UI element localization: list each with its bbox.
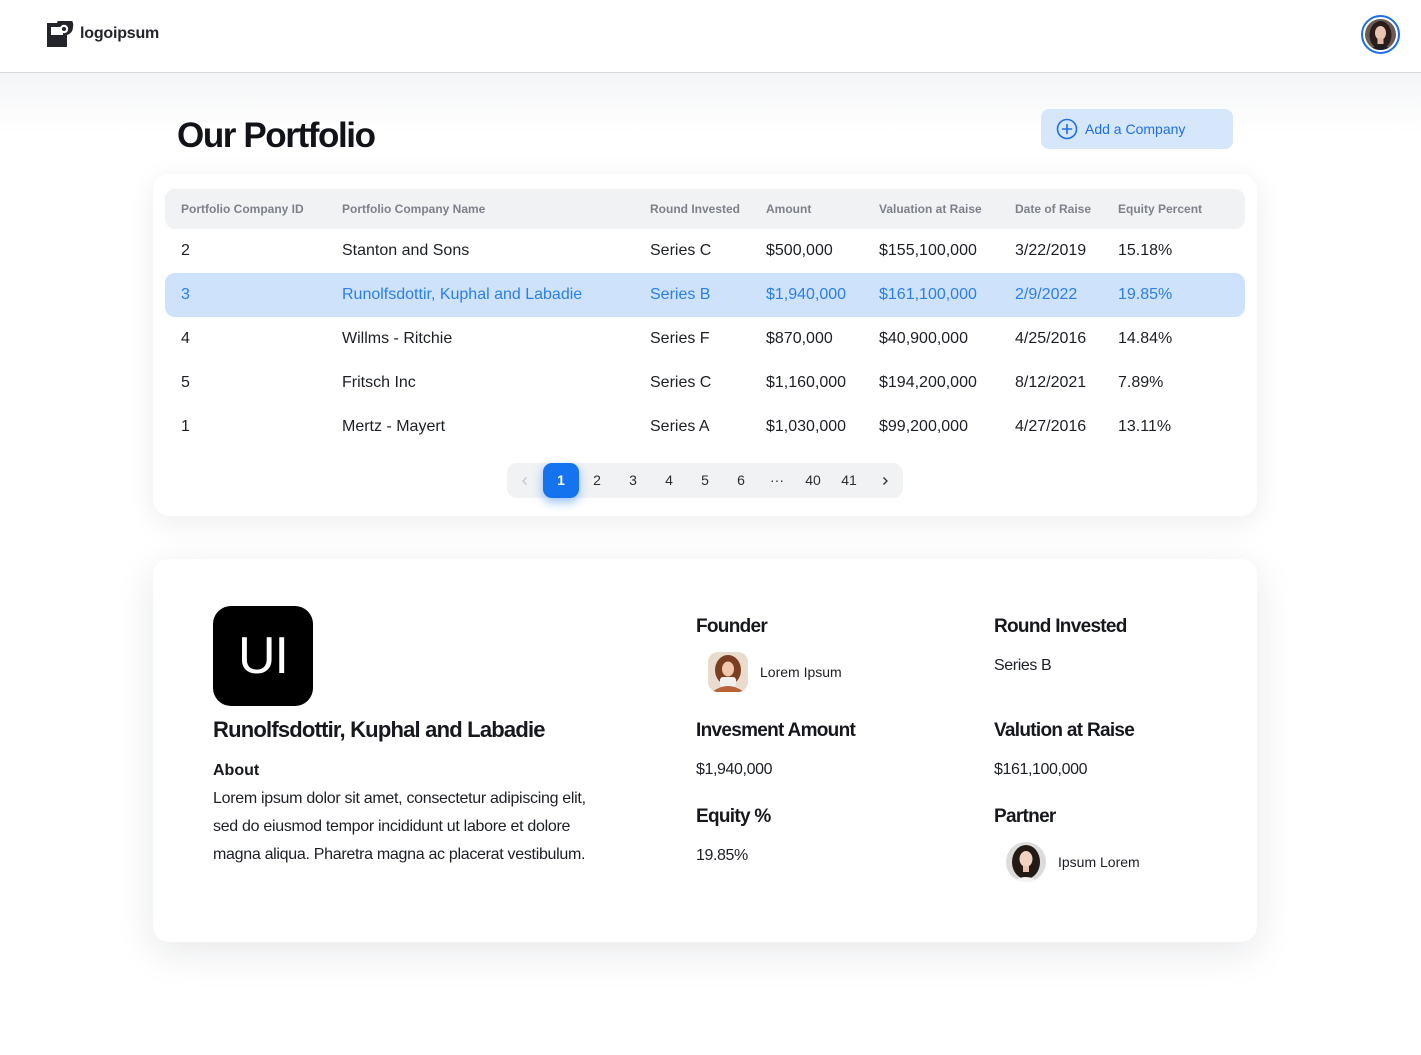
page-2[interactable]: 2	[579, 463, 615, 498]
cell-round: Series F	[650, 330, 710, 347]
pagination-next[interactable]	[867, 463, 903, 498]
pagination: 1 2 3 4 5 6 ··· 40 41	[507, 463, 903, 498]
company-logo: UI	[213, 606, 313, 706]
cell-valuation: $40,900,000	[879, 330, 968, 347]
logo-icon	[47, 21, 74, 47]
about-label: About	[213, 762, 260, 779]
column-header-round[interactable]: Round Invested	[650, 202, 740, 216]
table-row-selected[interactable]: 3 Runolfsdottir, Kuphal and Labadie Seri…	[165, 273, 1245, 317]
plus-circle-icon	[1056, 118, 1078, 140]
logo[interactable]: logoipsum	[47, 21, 159, 47]
cell-name: Fritsch Inc	[342, 374, 416, 391]
table-row[interactable]: 2 Stanton and Sons Series C $500,000 $15…	[165, 229, 1245, 273]
page-4[interactable]: 4	[651, 463, 687, 498]
page-1[interactable]: 1	[543, 463, 579, 498]
company-name: Runolfsdottir, Kuphal and Labadie	[213, 717, 546, 742]
add-company-label: Add a Company	[1085, 121, 1186, 137]
cell-amount: $1,160,000	[766, 374, 847, 391]
partner-name: Ipsum Lorem	[1058, 854, 1140, 870]
column-header-valuation[interactable]: Valuation at Raise	[879, 202, 982, 216]
column-header-id[interactable]: Portfolio Company ID	[181, 202, 304, 216]
portfolio-table-card: Portfolio Company ID Portfolio Company N…	[153, 174, 1257, 516]
cell-date: 2/9/2022	[1015, 286, 1078, 303]
cell-id: 3	[181, 286, 190, 303]
cell-valuation: $155,100,000	[879, 242, 977, 259]
founder-name: Lorem Ipsum	[760, 664, 842, 680]
column-header-amount[interactable]: Amount	[766, 202, 811, 216]
founder-avatar	[708, 652, 748, 692]
cell-valuation: $99,200,000	[879, 418, 968, 435]
investment-amount-value: $1,940,000	[696, 761, 773, 778]
page-3[interactable]: 3	[615, 463, 651, 498]
founder[interactable]: Lorem Ipsum	[708, 652, 842, 692]
cell-equity: 15.18%	[1118, 242, 1173, 259]
table-row[interactable]: 5 Fritsch Inc Series C $1,160,000 $194,2…	[165, 361, 1245, 405]
add-company-button[interactable]: Add a Company	[1041, 109, 1233, 149]
cell-equity: 19.85%	[1118, 286, 1173, 303]
cell-id: 2	[181, 242, 190, 259]
column-header-name[interactable]: Portfolio Company Name	[342, 202, 485, 216]
cell-round: Series C	[650, 374, 712, 391]
table-row[interactable]: 1 Mertz - Mayert Series A $1,030,000 $99…	[165, 405, 1245, 449]
round-invested-value: Series B	[994, 657, 1052, 674]
cell-date: 4/25/2016	[1015, 330, 1087, 347]
cell-id: 4	[181, 330, 190, 347]
cell-equity: 13.11%	[1118, 418, 1172, 435]
page-title: Our Portfolio	[177, 116, 376, 155]
equity-label: Equity %	[696, 806, 771, 827]
column-header-equity[interactable]: Equity Percent	[1118, 202, 1202, 216]
cell-round: Series A	[650, 418, 710, 435]
cell-date: 4/27/2016	[1015, 418, 1087, 435]
user-avatar[interactable]	[1361, 15, 1400, 54]
page-ellipsis[interactable]: ···	[759, 463, 795, 498]
valuation-value: $161,100,000	[994, 761, 1088, 778]
cell-date: 3/22/2019	[1015, 242, 1087, 259]
round-invested-label: Round Invested	[994, 616, 1127, 637]
table-row[interactable]: 4 Willms - Ritchie Series F $870,000 $40…	[165, 317, 1245, 361]
page-6[interactable]: 6	[723, 463, 759, 498]
cell-amount: $870,000	[766, 330, 833, 347]
cell-round: Series C	[650, 242, 712, 259]
cell-id: 5	[181, 374, 190, 391]
cell-amount: $1,940,000	[766, 286, 847, 303]
partner[interactable]: Ipsum Lorem	[1006, 842, 1140, 882]
cell-round: Series B	[650, 286, 711, 303]
valuation-label: Valution at Raise	[994, 720, 1135, 741]
cell-date: 8/12/2021	[1015, 374, 1087, 391]
pagination-prev[interactable]	[507, 463, 543, 498]
cell-amount: $500,000	[766, 242, 833, 259]
investment-amount-label: Invesment Amount	[696, 720, 856, 741]
company-detail-card: UI Runolfsdottir, Kuphal and Labadie Abo…	[153, 559, 1257, 942]
equity-value: 19.85%	[696, 847, 748, 864]
cell-name: Runolfsdottir, Kuphal and Labadie	[342, 286, 583, 303]
cell-valuation: $194,200,000	[879, 374, 977, 391]
founder-label: Founder	[696, 616, 768, 637]
cell-equity: 14.84%	[1118, 330, 1173, 347]
cell-equity: 7.89%	[1118, 374, 1164, 391]
top-bar: logoipsum	[0, 0, 1421, 73]
cell-name: Willms - Ritchie	[342, 330, 453, 347]
cell-name: Mertz - Mayert	[342, 418, 446, 435]
page-40[interactable]: 40	[795, 463, 831, 498]
table-header: Portfolio Company ID Portfolio Company N…	[165, 189, 1245, 229]
page-41[interactable]: 41	[831, 463, 867, 498]
cell-valuation: $161,100,000	[879, 286, 977, 303]
chevron-left-icon	[522, 477, 527, 486]
column-header-date[interactable]: Date of Raise	[1015, 202, 1091, 216]
page-5[interactable]: 5	[687, 463, 723, 498]
cell-id: 1	[181, 418, 190, 435]
partner-label: Partner	[994, 806, 1056, 827]
partner-avatar	[1006, 842, 1046, 882]
logo-text: logoipsum	[80, 25, 160, 42]
cell-name: Stanton and Sons	[342, 242, 470, 259]
user-avatar-photo	[1365, 19, 1396, 50]
cell-amount: $1,030,000	[766, 418, 847, 435]
about-text: Lorem ipsum dolor sit amet, consectetur …	[213, 790, 586, 863]
chevron-right-icon	[883, 477, 888, 486]
